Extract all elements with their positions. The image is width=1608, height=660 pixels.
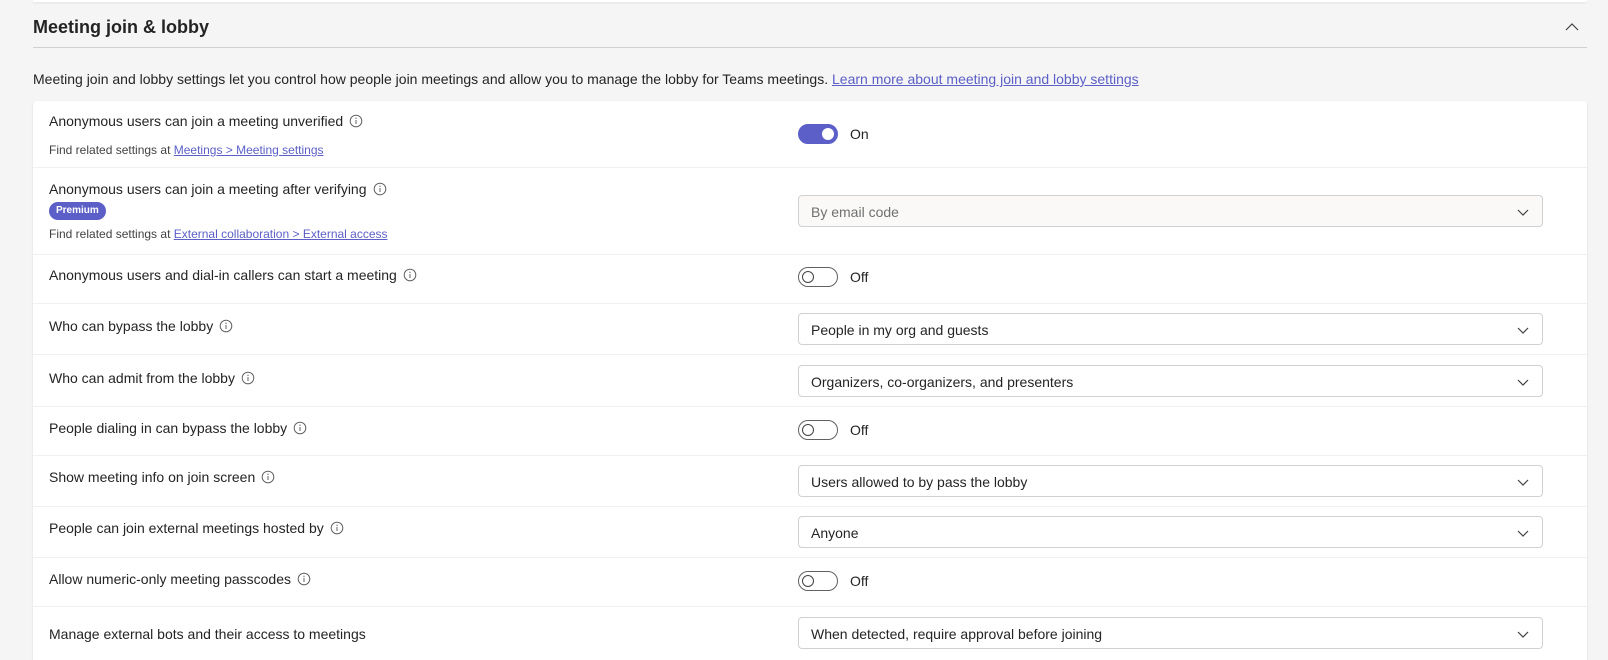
- setting-label: Allow numeric-only meeting passcodes: [49, 570, 311, 588]
- dropdown-value: By email code: [811, 204, 899, 220]
- setting-row-bypass-lobby: Who can bypass the lobby People in my or…: [33, 304, 1587, 355]
- setting-label-text: People dialing in can bypass the lobby: [49, 420, 288, 436]
- toggle-state: Off: [850, 269, 869, 285]
- description-text: Meeting join and lobby settings let you …: [33, 71, 829, 87]
- setting-label-text: Anonymous users can join a meeting after…: [49, 181, 367, 197]
- section-title: Meeting join & lobby: [33, 17, 209, 37]
- anon-verified-dropdown: By email code: [798, 195, 1543, 227]
- chevron-down-icon: [1517, 327, 1529, 334]
- info-icon[interactable]: [261, 470, 275, 484]
- related-settings-link[interactable]: External collaboration > External access: [174, 227, 388, 241]
- setting-label-text: Who can admit from the lobby: [49, 370, 235, 386]
- toggle-group: Off: [798, 267, 868, 287]
- dropdown-value: People in my org and guests: [811, 322, 989, 338]
- anon-start-toggle[interactable]: [798, 267, 838, 287]
- setting-label-text: Anonymous users can join a meeting unver…: [49, 113, 344, 129]
- anon-unverified-toggle[interactable]: [798, 124, 838, 144]
- setting-label-text: Allow numeric-only meeting passcodes: [49, 571, 291, 587]
- setting-label-text: Show meeting info on join screen: [49, 469, 256, 485]
- toggle-knob: [802, 575, 814, 587]
- external-bots-dropdown[interactable]: When detected, require approval before j…: [798, 617, 1543, 649]
- toggle-group: Off: [798, 420, 868, 440]
- related-settings: Find related settings at Meetings > Meet…: [49, 143, 324, 158]
- toggle-state: Off: [850, 573, 869, 589]
- setting-label: People dialing in can bypass the lobby: [49, 419, 307, 437]
- setting-row-meeting-info: Show meeting info on join screen Users a…: [33, 456, 1587, 507]
- bypass-lobby-dropdown[interactable]: People in my org and guests: [798, 313, 1543, 345]
- dialin-bypass-toggle[interactable]: [798, 420, 838, 440]
- section-header: Meeting join & lobby: [33, 0, 1587, 48]
- setting-label: Manage external bots and their access to…: [49, 625, 366, 643]
- setting-label: People can join external meetings hosted…: [49, 519, 344, 537]
- dropdown-value: Organizers, co-organizers, and presenter…: [811, 374, 1074, 390]
- numeric-passcodes-toggle[interactable]: [798, 571, 838, 591]
- info-icon[interactable]: [297, 572, 311, 586]
- info-icon[interactable]: [349, 114, 363, 128]
- toggle-knob: [802, 424, 814, 436]
- setting-label: Anonymous users can join a meeting unver…: [49, 112, 363, 130]
- meeting-info-dropdown[interactable]: Users allowed to by pass the lobby: [798, 465, 1543, 497]
- setting-label: Anonymous users and dial-in callers can …: [49, 266, 417, 284]
- setting-label: Who can bypass the lobby: [49, 317, 233, 335]
- dropdown-value: Users allowed to by pass the lobby: [811, 474, 1028, 490]
- setting-row-anon-verified: Anonymous users can join a meeting after…: [33, 168, 1587, 255]
- setting-label: Show meeting info on join screen: [49, 468, 275, 486]
- toggle-state: On: [850, 126, 869, 142]
- setting-label-text: Who can bypass the lobby: [49, 318, 214, 334]
- setting-label: Who can admit from the lobby: [49, 369, 255, 387]
- toggle-group: On: [798, 124, 869, 144]
- toggle-group: Off: [798, 571, 868, 591]
- setting-row-external-meetings: People can join external meetings hosted…: [33, 507, 1587, 558]
- setting-row-anon-unverified: Anonymous users can join a meeting unver…: [33, 101, 1587, 168]
- info-icon[interactable]: [241, 371, 255, 385]
- premium-badge: Premium: [49, 202, 106, 220]
- settings-card: Anonymous users can join a meeting unver…: [33, 101, 1587, 660]
- setting-label-text: Manage external bots and their access to…: [49, 626, 366, 642]
- setting-row-external-bots: Manage external bots and their access to…: [33, 607, 1587, 660]
- chevron-down-icon: [1517, 379, 1529, 386]
- info-icon[interactable]: [219, 319, 233, 333]
- related-settings-link[interactable]: Meetings > Meeting settings: [174, 143, 324, 157]
- info-icon[interactable]: [403, 268, 417, 282]
- setting-label-text: People can join external meetings hosted…: [49, 520, 324, 536]
- collapse-button[interactable]: [1557, 12, 1587, 42]
- info-icon[interactable]: [330, 521, 344, 535]
- chevron-down-icon: [1517, 530, 1529, 537]
- setting-row-anon-start: Anonymous users and dial-in callers can …: [33, 255, 1587, 304]
- learn-more-link[interactable]: Learn more about meeting join and lobby …: [832, 71, 1139, 87]
- info-icon[interactable]: [293, 421, 307, 435]
- admit-lobby-dropdown[interactable]: Organizers, co-organizers, and presenter…: [798, 365, 1543, 397]
- setting-label-text: Anonymous users and dial-in callers can …: [49, 267, 397, 283]
- info-icon[interactable]: [373, 182, 387, 196]
- setting-label: Anonymous users can join a meeting after…: [49, 180, 387, 198]
- toggle-knob: [822, 128, 834, 140]
- setting-row-dialin-bypass: People dialing in can bypass the lobby O…: [33, 407, 1587, 456]
- chevron-down-icon: [1517, 209, 1529, 216]
- chevron-down-icon: [1517, 479, 1529, 486]
- section-description: Meeting join and lobby settings let you …: [33, 70, 1139, 88]
- dropdown-value: Anyone: [811, 525, 859, 541]
- related-prefix: Find related settings at: [49, 227, 171, 241]
- chevron-down-icon: [1517, 631, 1529, 638]
- chevron-up-icon: [1565, 23, 1579, 31]
- setting-row-admit-lobby: Who can admit from the lobby Organizers,…: [33, 355, 1587, 407]
- related-prefix: Find related settings at: [49, 143, 171, 157]
- setting-row-numeric-passcodes: Allow numeric-only meeting passcodes Off: [33, 558, 1587, 607]
- dropdown-value: When detected, require approval before j…: [811, 626, 1103, 642]
- external-meetings-dropdown[interactable]: Anyone: [798, 516, 1543, 548]
- related-settings: Find related settings at External collab…: [49, 227, 388, 242]
- toggle-knob: [802, 271, 814, 283]
- toggle-state: Off: [850, 422, 869, 438]
